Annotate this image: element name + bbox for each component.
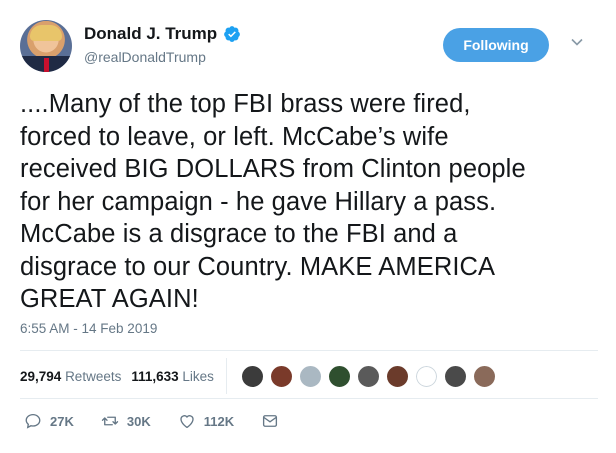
author-names: Donald J. Trump @realDonaldTrump	[84, 24, 241, 65]
tweet-timestamp[interactable]: 6:55 AM - 14 Feb 2019	[20, 321, 157, 336]
divider-bottom	[20, 398, 598, 399]
reply-count: 27K	[50, 413, 74, 429]
divider-top	[20, 350, 598, 351]
message-action[interactable]	[261, 412, 287, 430]
verified-badge-icon	[224, 26, 241, 42]
liker-avatar[interactable]	[414, 364, 438, 388]
like-icon	[180, 415, 194, 429]
engagement-stats: 29,794 Retweets 111,633 Likes	[20, 358, 598, 394]
author-display-name-text[interactable]: Donald J. Trump	[84, 24, 217, 44]
reply-action[interactable]: 27K	[24, 412, 74, 430]
author-display-name[interactable]: Donald J. Trump	[84, 24, 241, 44]
message-icon	[263, 415, 278, 427]
stats-separator	[225, 358, 227, 394]
tweet-line: received BIG DOLLARS from Clinton people	[20, 155, 526, 183]
likes-stat[interactable]: 111,633 Likes	[131, 369, 214, 384]
author-handle[interactable]: @realDonaldTrump	[84, 49, 241, 65]
like-action[interactable]: 112K	[178, 412, 234, 430]
liker-avatar[interactable]	[356, 364, 380, 388]
likes-count: 111,633	[131, 368, 179, 384]
chevron-down-icon[interactable]	[569, 34, 585, 50]
tweet-header: Donald J. Trump @realDonaldTrump Followi…	[20, 18, 600, 74]
like-count: 112K	[203, 413, 235, 429]
liker-avatar[interactable]	[443, 364, 467, 388]
liker-avatar[interactable]	[240, 364, 264, 388]
tweet-line: McCabe is a disgrace to the FBI and a	[20, 220, 458, 248]
liker-avatar[interactable]	[385, 364, 409, 388]
retweets-count: 29,794	[20, 368, 62, 384]
retweets-stat[interactable]: 29,794 Retweets	[20, 369, 121, 384]
retweet-icon	[101, 416, 119, 426]
tweet-line: forced to leave, or left. McCabe’s wife	[20, 122, 449, 151]
likes-label: Likes	[182, 368, 214, 384]
author-avatar[interactable]	[20, 20, 72, 72]
liker-avatar[interactable]	[269, 364, 293, 388]
avatar-tie	[44, 58, 49, 72]
liker-avatars	[240, 364, 502, 388]
avatar-hair	[30, 25, 62, 41]
tweet-text: ....Many of the top FBI brass were fired…	[20, 88, 600, 316]
tweet-actions: 27K 30K 112K	[24, 410, 314, 432]
tweet-line: ....Many of the top FBI brass were fired…	[20, 90, 471, 118]
retweet-action[interactable]: 30K	[101, 412, 151, 430]
liker-avatar[interactable]	[472, 364, 496, 388]
following-button[interactable]: Following	[443, 28, 549, 62]
tweet-line: disgrace to our Country. MAKE AMERICA	[20, 252, 496, 281]
retweet-count: 30K	[126, 413, 151, 429]
reply-icon	[25, 413, 41, 429]
tweet-line: for her campaign - he gave Hillary a pas…	[20, 187, 497, 216]
retweets-label: Retweets	[65, 368, 122, 384]
tweet-line: GREAT AGAIN!	[20, 285, 199, 313]
liker-avatar[interactable]	[327, 364, 351, 388]
liker-avatar[interactable]	[298, 364, 322, 388]
